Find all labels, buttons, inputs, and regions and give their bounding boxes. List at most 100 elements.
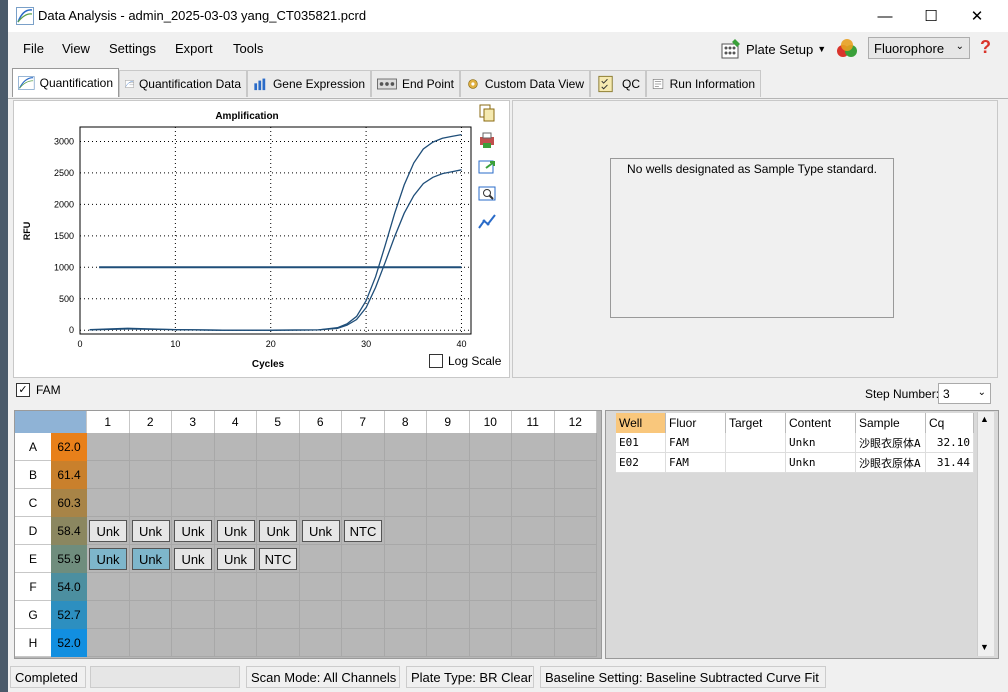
menu-settings[interactable]: Settings: [109, 41, 156, 56]
plate-well-cell[interactable]: [129, 601, 172, 629]
plate-column-header[interactable]: 1: [87, 411, 130, 433]
plate-well-cell[interactable]: Unk: [257, 517, 300, 545]
plate-well-cell[interactable]: [469, 601, 512, 629]
plate-well-cell[interactable]: [257, 601, 300, 629]
plate-well-cell[interactable]: [427, 461, 470, 489]
plate-well[interactable]: Unk: [216, 520, 255, 542]
tab-run-information[interactable]: Run Information: [646, 70, 761, 97]
step-number-select[interactable]: 3 ⌄: [938, 383, 991, 404]
column-header-well[interactable]: Well: [616, 413, 666, 433]
amplification-chart[interactable]: Amplification Cycles RFU 0 10 20 30 40 0 500 10…: [14, 101, 509, 377]
plate-well-cell[interactable]: [554, 489, 597, 517]
plate-column-header[interactable]: 6: [299, 411, 342, 433]
fluorophore-select[interactable]: Fluorophore ⌄: [868, 37, 970, 59]
plate-well-cell[interactable]: [299, 545, 342, 573]
plate-well-cell[interactable]: [129, 489, 172, 517]
plate-well-cell[interactable]: [384, 573, 427, 601]
plate-well-cell[interactable]: [87, 573, 130, 601]
plate-well-cell[interactable]: [214, 489, 257, 517]
plate-row-header[interactable]: F: [15, 573, 51, 601]
plate-well-cell[interactable]: [427, 573, 470, 601]
scroll-up-icon[interactable]: ▲: [980, 414, 989, 424]
table-cell-target[interactable]: [726, 433, 786, 453]
plate-well-cell[interactable]: [512, 489, 555, 517]
table-cell-target[interactable]: [726, 453, 786, 473]
plate-column-header[interactable]: 5: [257, 411, 300, 433]
tab-custom-data-view[interactable]: Custom Data View: [460, 70, 590, 97]
plate-well-cell[interactable]: [257, 573, 300, 601]
plate-well[interactable]: Unk: [89, 520, 127, 542]
plate-well-cell[interactable]: [554, 573, 597, 601]
plate-well-cell[interactable]: [172, 433, 215, 461]
plate-well-cell[interactable]: [129, 433, 172, 461]
table-cell-sample[interactable]: 沙眼衣原体A: [856, 433, 926, 453]
plate-well-cell[interactable]: Unk: [87, 545, 130, 573]
plate-well-cell[interactable]: [384, 629, 427, 657]
print-icon[interactable]: [478, 131, 496, 149]
plate-well-cell[interactable]: [87, 461, 130, 489]
plate-setup-button[interactable]: Plate Setup ▼: [720, 36, 826, 62]
plate-well-cell[interactable]: [384, 517, 427, 545]
column-header-fluor[interactable]: Fluor: [666, 413, 726, 433]
plate-well-cell[interactable]: [554, 433, 597, 461]
fluorophore-color-icon[interactable]: [833, 37, 861, 61]
plate-well-cell[interactable]: [512, 573, 555, 601]
column-header-sample[interactable]: Sample: [856, 413, 926, 433]
plate-well-cell[interactable]: [129, 461, 172, 489]
plate-well-cell[interactable]: Unk: [129, 545, 172, 573]
plate-well-cell[interactable]: [172, 629, 215, 657]
plate-well-cell[interactable]: [384, 433, 427, 461]
plate-well-cell[interactable]: [469, 629, 512, 657]
plate-well-cell[interactable]: [299, 573, 342, 601]
scroll-down-icon[interactable]: ▼: [980, 642, 989, 652]
plate-row-header[interactable]: A: [15, 433, 51, 461]
export-image-icon[interactable]: [478, 158, 496, 176]
table-cell-well[interactable]: E01: [616, 433, 666, 453]
plate-well-cell[interactable]: [342, 601, 385, 629]
fam-checkbox[interactable]: ✓: [16, 383, 30, 397]
plate-well-cell[interactable]: [172, 601, 215, 629]
plate-well-cell[interactable]: [87, 629, 130, 657]
plate-well-cell[interactable]: [214, 461, 257, 489]
plate-well-cell[interactable]: [342, 573, 385, 601]
plate-well-cell[interactable]: Unk: [172, 517, 215, 545]
plate-well-cell[interactable]: [257, 629, 300, 657]
plate-well-cell[interactable]: [87, 601, 130, 629]
plate-column-header[interactable]: 11: [512, 411, 555, 433]
tab-qc[interactable]: QC: [590, 70, 646, 97]
plate-well-cell[interactable]: [342, 545, 385, 573]
plate-column-header[interactable]: 8: [384, 411, 427, 433]
plate-well-cell[interactable]: [129, 629, 172, 657]
curve-settings-icon[interactable]: [478, 212, 496, 230]
plate-well-cell[interactable]: [469, 545, 512, 573]
plate-well-cell[interactable]: [214, 629, 257, 657]
table-scrollbar[interactable]: ▲ ▼: [977, 412, 994, 656]
plate-well-cell[interactable]: Unk: [214, 517, 257, 545]
plate-well-cell[interactable]: [342, 461, 385, 489]
plate-column-header[interactable]: 9: [427, 411, 470, 433]
plate-column-header[interactable]: 2: [129, 411, 172, 433]
plate-well-cell[interactable]: [427, 517, 470, 545]
minimize-button[interactable]: —: [862, 0, 908, 32]
menu-view[interactable]: View: [62, 41, 90, 56]
table-cell-sample[interactable]: 沙眼衣原体A: [856, 453, 926, 473]
plate-well-cell[interactable]: [299, 433, 342, 461]
plate-row-header[interactable]: D: [15, 517, 51, 545]
copy-icon[interactable]: [478, 104, 496, 122]
plate-well-cell[interactable]: Unk: [299, 517, 342, 545]
plate-row-header[interactable]: C: [15, 489, 51, 517]
plate-well-cell[interactable]: [512, 601, 555, 629]
table-cell-well[interactable]: E02: [616, 453, 666, 473]
zoom-chart-icon[interactable]: [478, 185, 496, 203]
plate-well-cell[interactable]: [512, 517, 555, 545]
plate-row-header[interactable]: H: [15, 629, 51, 657]
plate-well-cell[interactable]: [384, 545, 427, 573]
plate-well-cell[interactable]: [427, 545, 470, 573]
help-icon[interactable]: ?: [980, 37, 991, 58]
plate-well-cell[interactable]: [384, 461, 427, 489]
log-scale-toggle[interactable]: Log Scale: [429, 354, 501, 368]
column-header-content[interactable]: Content: [786, 413, 856, 433]
plate-well-cell[interactable]: [342, 629, 385, 657]
plate-well-cell[interactable]: [172, 461, 215, 489]
plate-well[interactable]: Unk: [259, 520, 297, 542]
